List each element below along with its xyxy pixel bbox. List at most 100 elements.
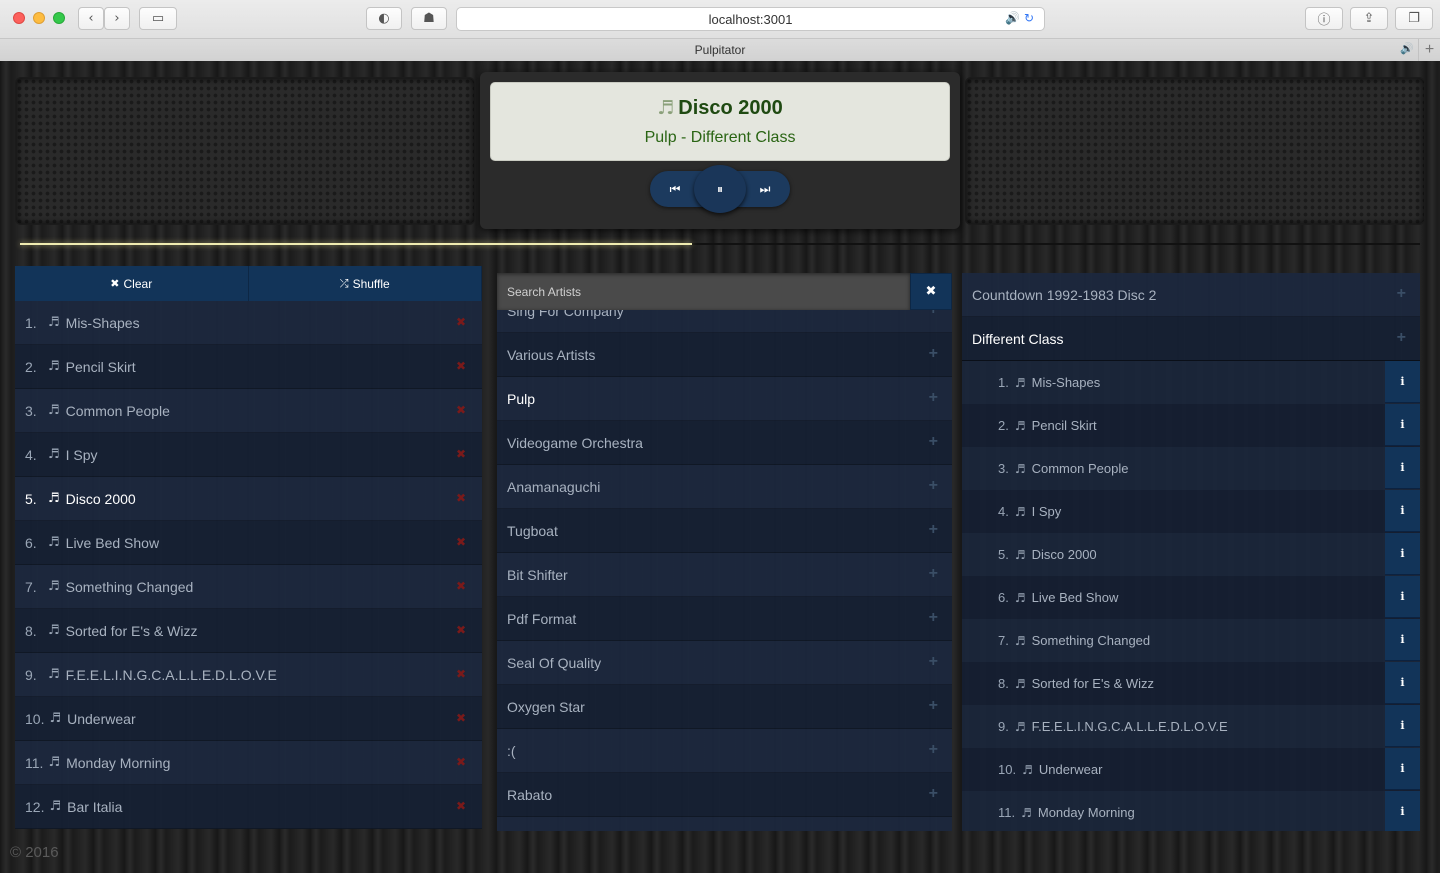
add-icon[interactable]: + xyxy=(1397,329,1406,347)
queue-item[interactable]: 10. ♬ Underwear ✖ xyxy=(15,697,482,741)
add-icon[interactable]: + xyxy=(929,389,938,407)
clear-search-button[interactable]: ✖ xyxy=(910,273,952,310)
queue-item[interactable]: 6. ♬ Live Bed Show ✖ xyxy=(15,521,482,565)
info-button[interactable]: i xyxy=(1385,748,1420,790)
add-icon[interactable]: + xyxy=(929,345,938,363)
progress-bar[interactable] xyxy=(20,243,1420,245)
artist-item[interactable]: Various Artists + xyxy=(497,333,952,377)
album-track-item[interactable]: 6. ♬ Live Bed Show i xyxy=(962,576,1420,619)
info-button[interactable]: i xyxy=(1385,662,1420,704)
artist-item[interactable]: Tugboat + xyxy=(497,509,952,553)
tab-title[interactable]: Pulpitator xyxy=(695,43,746,57)
ghost-extension-button[interactable]: ☗ xyxy=(411,7,447,30)
tabs-overview-button[interactable]: ❐ xyxy=(1395,7,1433,30)
add-icon[interactable]: + xyxy=(1397,285,1406,303)
artist-item[interactable]: Pulp + xyxy=(497,377,952,421)
speaker-icon[interactable]: 🔊 xyxy=(1400,42,1414,55)
album-track-item[interactable]: 3. ♬ Common People i xyxy=(962,447,1420,490)
artist-item[interactable]: + xyxy=(497,817,952,831)
remove-icon[interactable]: ✖ xyxy=(456,755,466,769)
back-button[interactable]: ‹ xyxy=(78,7,104,30)
add-icon[interactable]: + xyxy=(929,565,938,583)
remove-icon[interactable]: ✖ xyxy=(456,667,466,681)
add-icon[interactable]: + xyxy=(929,829,938,831)
privacy-extension-button[interactable]: ◐ xyxy=(366,7,402,30)
info-button[interactable]: i xyxy=(1385,490,1420,532)
album-item[interactable]: Different Class + xyxy=(962,317,1420,361)
artist-item[interactable]: Oxygen Star + xyxy=(497,685,952,729)
info-button[interactable]: i xyxy=(1385,404,1420,446)
queue-item[interactable]: 4. ♬ I Spy ✖ xyxy=(15,433,482,477)
remove-icon[interactable]: ✖ xyxy=(456,359,466,373)
reload-icon[interactable]: 🔊 ↻ xyxy=(1005,11,1034,25)
close-window-button[interactable] xyxy=(13,12,25,24)
track-number: 1. xyxy=(998,375,1009,390)
info-button[interactable]: i xyxy=(1385,361,1420,403)
queue-item[interactable]: 8. ♬ Sorted for E's & Wizz ✖ xyxy=(15,609,482,653)
artist-search-input[interactable] xyxy=(497,273,910,310)
add-icon[interactable]: + xyxy=(929,697,938,715)
shuffle-queue-button[interactable]: ⤮ Shuffle xyxy=(249,266,482,301)
zoom-window-button[interactable] xyxy=(53,12,65,24)
album-track-item[interactable]: 4. ♬ I Spy i xyxy=(962,490,1420,533)
next-track-button[interactable]: ⏭ xyxy=(745,171,785,207)
info-button[interactable]: i xyxy=(1385,791,1420,831)
track-title: Pencil Skirt xyxy=(65,358,136,375)
add-icon[interactable]: + xyxy=(929,741,938,759)
previous-track-button[interactable]: ⏮ xyxy=(655,171,695,207)
artist-item[interactable]: Pdf Format + xyxy=(497,597,952,641)
add-icon[interactable]: + xyxy=(929,609,938,627)
remove-icon[interactable]: ✖ xyxy=(456,711,466,725)
album-track-item[interactable]: 2. ♬ Pencil Skirt i xyxy=(962,404,1420,447)
info-button[interactable]: i xyxy=(1385,705,1420,747)
info-button[interactable]: i xyxy=(1385,576,1420,618)
artist-item[interactable]: Seal Of Quality + xyxy=(497,641,952,685)
album-track-item[interactable]: 1. ♬ Mis-Shapes i xyxy=(962,361,1420,404)
remove-icon[interactable]: ✖ xyxy=(456,535,466,549)
remove-icon[interactable]: ✖ xyxy=(456,315,466,329)
forward-button[interactable]: › xyxy=(104,7,130,30)
queue-item[interactable]: 9. ♬ F.E.E.L.I.N.G.C.A.L.L.E.D.L.O.V.E ✖ xyxy=(15,653,482,697)
remove-icon[interactable]: ✖ xyxy=(456,403,466,417)
add-icon[interactable]: + xyxy=(929,433,938,451)
new-tab-button[interactable]: + xyxy=(1418,39,1440,61)
clear-queue-button[interactable]: ✖ Clear xyxy=(15,266,249,301)
album-track-item[interactable]: 10. ♬ Underwear i xyxy=(962,748,1420,791)
queue-item[interactable]: 5. ♬ Disco 2000 ✖ xyxy=(15,477,482,521)
queue-item[interactable]: 11. ♬ Monday Morning ✖ xyxy=(15,741,482,785)
info-button[interactable]: i xyxy=(1385,619,1420,661)
album-track-item[interactable]: 8. ♬ Sorted for E's & Wizz i xyxy=(962,662,1420,705)
remove-icon[interactable]: ✖ xyxy=(456,623,466,637)
album-item[interactable]: Countdown 1992-1983 Disc 2 + xyxy=(962,273,1420,317)
artist-item[interactable]: Anamanaguchi + xyxy=(497,465,952,509)
artist-item[interactable]: Rabato + xyxy=(497,773,952,817)
artist-item[interactable]: Bit Shifter + xyxy=(497,553,952,597)
remove-icon[interactable]: ✖ xyxy=(456,579,466,593)
info-button[interactable]: i xyxy=(1385,533,1420,575)
remove-icon[interactable]: ✖ xyxy=(456,799,466,813)
remove-icon[interactable]: ✖ xyxy=(456,491,466,505)
sidebar-toggle-button[interactable]: ▭ xyxy=(139,7,177,30)
add-icon[interactable]: + xyxy=(929,653,938,671)
add-icon[interactable]: + xyxy=(929,521,938,539)
minimize-window-button[interactable] xyxy=(33,12,45,24)
album-track-item[interactable]: 7. ♬ Something Changed i xyxy=(962,619,1420,662)
album-track-item[interactable]: 9. ♬ F.E.E.L.I.N.G.C.A.L.L.E.D.L.O.V.E i xyxy=(962,705,1420,748)
info-button[interactable]: i xyxy=(1385,447,1420,489)
address-bar[interactable]: localhost:3001 🔊 ↻ xyxy=(456,7,1045,31)
artist-item[interactable]: :(+ xyxy=(497,729,952,773)
queue-item[interactable]: 3. ♬ Common People ✖ xyxy=(15,389,482,433)
share-button[interactable]: ⇪ xyxy=(1350,7,1388,30)
queue-item[interactable]: 12. ♬ Bar Italia ✖ xyxy=(15,785,482,829)
remove-icon[interactable]: ✖ xyxy=(456,447,466,461)
reader-info-button[interactable]: ⓘ xyxy=(1305,7,1343,30)
album-track-item[interactable]: 5. ♬ Disco 2000 i xyxy=(962,533,1420,576)
queue-item[interactable]: 2. ♬ Pencil Skirt ✖ xyxy=(15,345,482,389)
pause-button[interactable]: ⏸ xyxy=(694,165,746,213)
queue-item[interactable]: 1. ♬ Mis-Shapes ✖ xyxy=(15,301,482,345)
album-track-item[interactable]: 11. ♬ Monday Morning i xyxy=(962,791,1420,831)
add-icon[interactable]: + xyxy=(929,477,938,495)
add-icon[interactable]: + xyxy=(929,785,938,803)
queue-item[interactable]: 7. ♬ Something Changed ✖ xyxy=(15,565,482,609)
artist-item[interactable]: Videogame Orchestra + xyxy=(497,421,952,465)
